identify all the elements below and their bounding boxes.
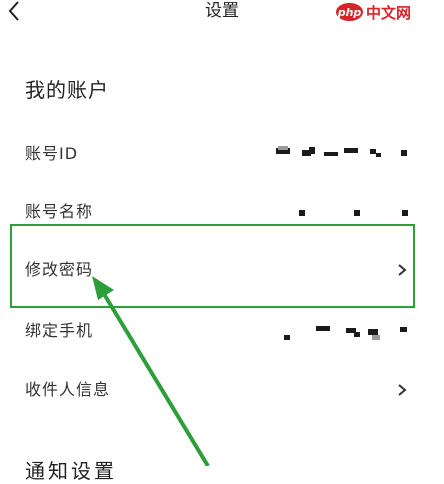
masked-value [282, 309, 411, 353]
highlight-box [10, 224, 415, 308]
watermark-logo: php 中文网 [336, 1, 411, 23]
row-label: 账号ID [25, 144, 79, 163]
section-title-notification-settings: 通知设置 [25, 459, 117, 483]
row-account-id: 账号ID [0, 132, 444, 176]
section-title-my-account: 我的账户 [25, 78, 109, 102]
top-bar: 设置 php 中文网 [0, 0, 444, 26]
row-label: 绑定手机 [25, 321, 94, 340]
row-bind-phone: 绑定手机 [0, 309, 444, 353]
watermark-text: 中文网 [366, 3, 412, 22]
watermark-badge: php [336, 3, 363, 21]
chevron-right-icon [398, 384, 407, 396]
masked-value [276, 132, 411, 176]
row-label: 收件人信息 [25, 380, 111, 399]
row-recipient-info[interactable]: 收件人信息 [0, 368, 444, 412]
